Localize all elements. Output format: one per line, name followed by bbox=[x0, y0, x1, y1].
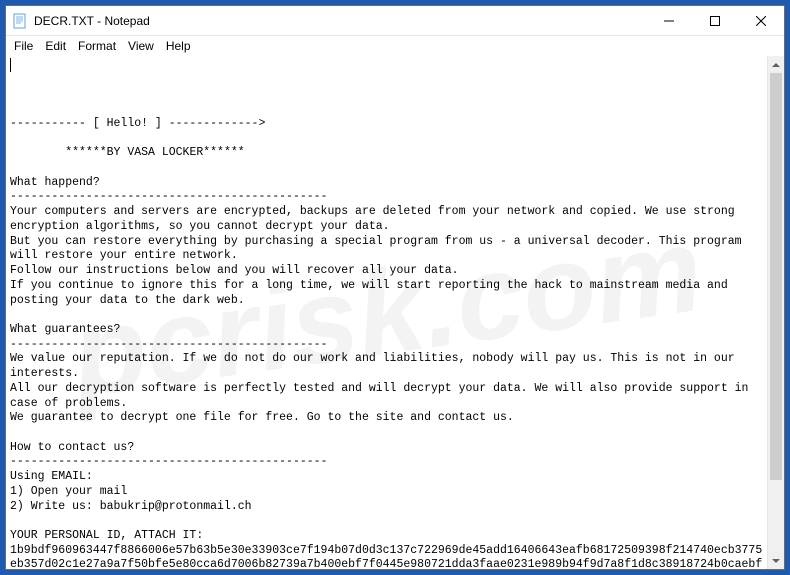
menu-format[interactable]: Format bbox=[72, 38, 122, 54]
menu-edit[interactable]: Edit bbox=[39, 38, 72, 54]
minimize-button[interactable] bbox=[646, 6, 692, 35]
scroll-up-arrow[interactable] bbox=[768, 56, 784, 73]
menu-help[interactable]: Help bbox=[160, 38, 197, 54]
vertical-scrollbar[interactable] bbox=[767, 56, 784, 569]
window-title: DECR.TXT - Notepad bbox=[34, 14, 646, 28]
scroll-track[interactable] bbox=[768, 73, 784, 552]
content-wrapper: pcrisk.com ----------- [ Hello! ] ------… bbox=[6, 56, 784, 569]
text-area[interactable]: pcrisk.com ----------- [ Hello! ] ------… bbox=[6, 56, 767, 569]
document-text: ----------- [ Hello! ] -------------> **… bbox=[10, 117, 763, 569]
menu-file[interactable]: File bbox=[8, 38, 39, 54]
window-controls bbox=[646, 6, 784, 35]
text-cursor bbox=[10, 58, 11, 72]
maximize-button[interactable] bbox=[692, 6, 738, 35]
scroll-down-arrow[interactable] bbox=[768, 552, 784, 569]
menu-view[interactable]: View bbox=[122, 38, 160, 54]
notepad-window: DECR.TXT - Notepad File Edit Format View… bbox=[5, 5, 785, 570]
close-button[interactable] bbox=[738, 6, 784, 35]
titlebar[interactable]: DECR.TXT - Notepad bbox=[6, 6, 784, 36]
notepad-icon bbox=[12, 13, 28, 29]
menubar: File Edit Format View Help bbox=[6, 36, 784, 56]
scroll-thumb[interactable] bbox=[770, 73, 782, 480]
